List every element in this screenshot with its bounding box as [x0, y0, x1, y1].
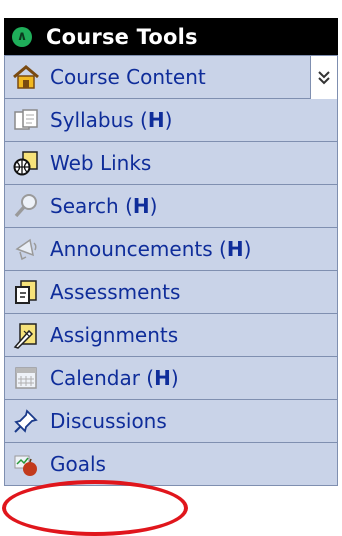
- course-tools-menu: Course Content Syllabus (H) Web Links Se…: [4, 55, 338, 486]
- chevron-double-down-icon[interactable]: [310, 56, 337, 99]
- menu-item-calendar[interactable]: Calendar (H): [4, 357, 338, 400]
- apple-icon: [9, 447, 43, 481]
- menu-item-web-links[interactable]: Web Links: [4, 142, 338, 185]
- menu-item-assignments[interactable]: Assignments: [4, 314, 338, 357]
- menu-item-assessments[interactable]: Assessments: [4, 271, 338, 314]
- menu-item-search[interactable]: Search (H): [4, 185, 338, 228]
- menu-item-label: Goals: [50, 452, 106, 476]
- course-tools-panel: ∧ Course Tools Course Content Syllabus (…: [2, 0, 338, 536]
- course-tools-title: Course Tools: [46, 24, 198, 49]
- calendar-icon: [9, 361, 43, 395]
- menu-item-label: Course Content: [50, 65, 206, 89]
- menu-item-label: Syllabus (H): [50, 108, 173, 132]
- menu-item-label: Search (H): [50, 194, 158, 218]
- house-icon: [9, 60, 43, 94]
- menu-item-label: Web Links: [50, 151, 152, 175]
- menu-item-course-content[interactable]: Course Content: [4, 55, 338, 99]
- menu-item-syllabus[interactable]: Syllabus (H): [4, 99, 338, 142]
- menu-item-label: Discussions: [50, 409, 167, 433]
- menu-item-goals[interactable]: Goals: [4, 443, 338, 486]
- menu-item-announcements[interactable]: Announcements (H): [4, 228, 338, 271]
- red-highlight-circle: [2, 480, 188, 536]
- globe-page-icon: [9, 146, 43, 180]
- menu-item-label: Announcements (H): [50, 237, 252, 261]
- menu-item-label: Assignments: [50, 323, 179, 347]
- course-tools-header[interactable]: ∧ Course Tools: [4, 18, 338, 55]
- pushpin-icon: [9, 404, 43, 438]
- menu-item-label: Assessments: [50, 280, 181, 304]
- menu-item-discussions[interactable]: Discussions: [4, 400, 338, 443]
- syllabus-icon: [9, 103, 43, 137]
- megaphone-icon: [9, 232, 43, 266]
- magnifier-icon: [9, 189, 43, 223]
- assessment-icon: [9, 275, 43, 309]
- menu-item-label: Calendar (H): [50, 366, 179, 390]
- assignment-icon: [9, 318, 43, 352]
- chevron-double-up-icon[interactable]: ∧: [12, 26, 32, 47]
